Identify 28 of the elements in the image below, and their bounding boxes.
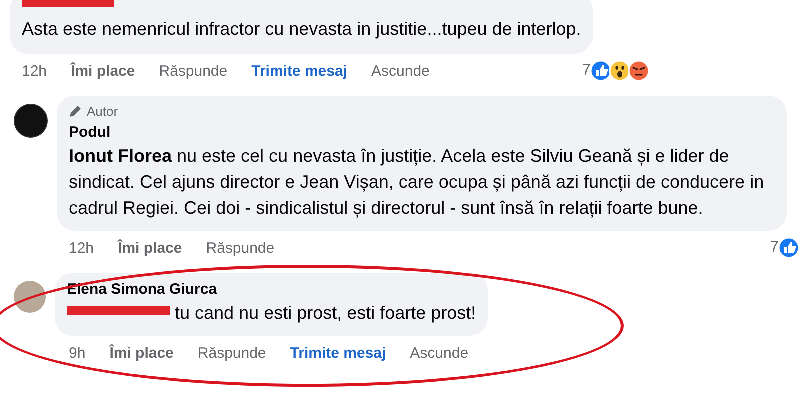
page-logo-avatar[interactable] bbox=[14, 104, 48, 138]
author-role-label: Autor bbox=[87, 104, 118, 119]
like-link[interactable]: Îmi place bbox=[71, 62, 136, 80]
surprised-face-icon[interactable] bbox=[609, 60, 631, 82]
timestamp[interactable]: 9h bbox=[69, 344, 86, 362]
comment-text: tu cand nu esti prost, esti foarte prost! bbox=[175, 303, 476, 323]
reply-link[interactable]: Răspunde bbox=[206, 240, 275, 256]
reply-link[interactable]: Răspunde bbox=[159, 62, 228, 80]
comment-text: Ionut Florea nu este cel cu nevasta în justiție. Acela este Silviu Geană și e lider de sindicat. Cel ajuns director e Jean Vișan, care ocupa și până azi funcții de conducere in cadrul Regiei. Cei doi - sindicalistul și directorul - sunt însă în relații foarte bune. bbox=[69, 146, 764, 218]
profile-photo-avatar[interactable] bbox=[14, 281, 46, 313]
comment-text: Asta este nemenricul infractor cu nevasta in justitie...tupeu de interlop. bbox=[22, 19, 582, 39]
reaction-count[interactable]: 7 bbox=[582, 62, 591, 80]
message-link[interactable]: Trimite mesaj bbox=[290, 344, 386, 362]
timestamp[interactable]: 12h bbox=[69, 240, 94, 256]
reply-link[interactable]: Răspunde bbox=[198, 344, 266, 362]
hide-link[interactable]: Ascunde bbox=[372, 62, 430, 80]
angry-face-icon[interactable] bbox=[628, 60, 650, 82]
like-link[interactable]: Îmi place bbox=[118, 240, 182, 256]
author-name[interactable]: Elena Simona Giurca bbox=[67, 281, 218, 298]
thumbs-up-icon[interactable] bbox=[778, 237, 800, 259]
timestamp[interactable]: 12h bbox=[22, 62, 48, 80]
message-link[interactable]: Trimite mesaj bbox=[252, 62, 348, 80]
author-name[interactable]: Podul bbox=[69, 124, 111, 141]
hide-link[interactable]: Ascunde bbox=[410, 344, 469, 362]
like-link[interactable]: Îmi place bbox=[110, 344, 174, 362]
pen-icon bbox=[69, 105, 82, 118]
thumbs-up-icon[interactable] bbox=[590, 60, 612, 82]
reaction-count[interactable]: 7 bbox=[770, 239, 779, 257]
